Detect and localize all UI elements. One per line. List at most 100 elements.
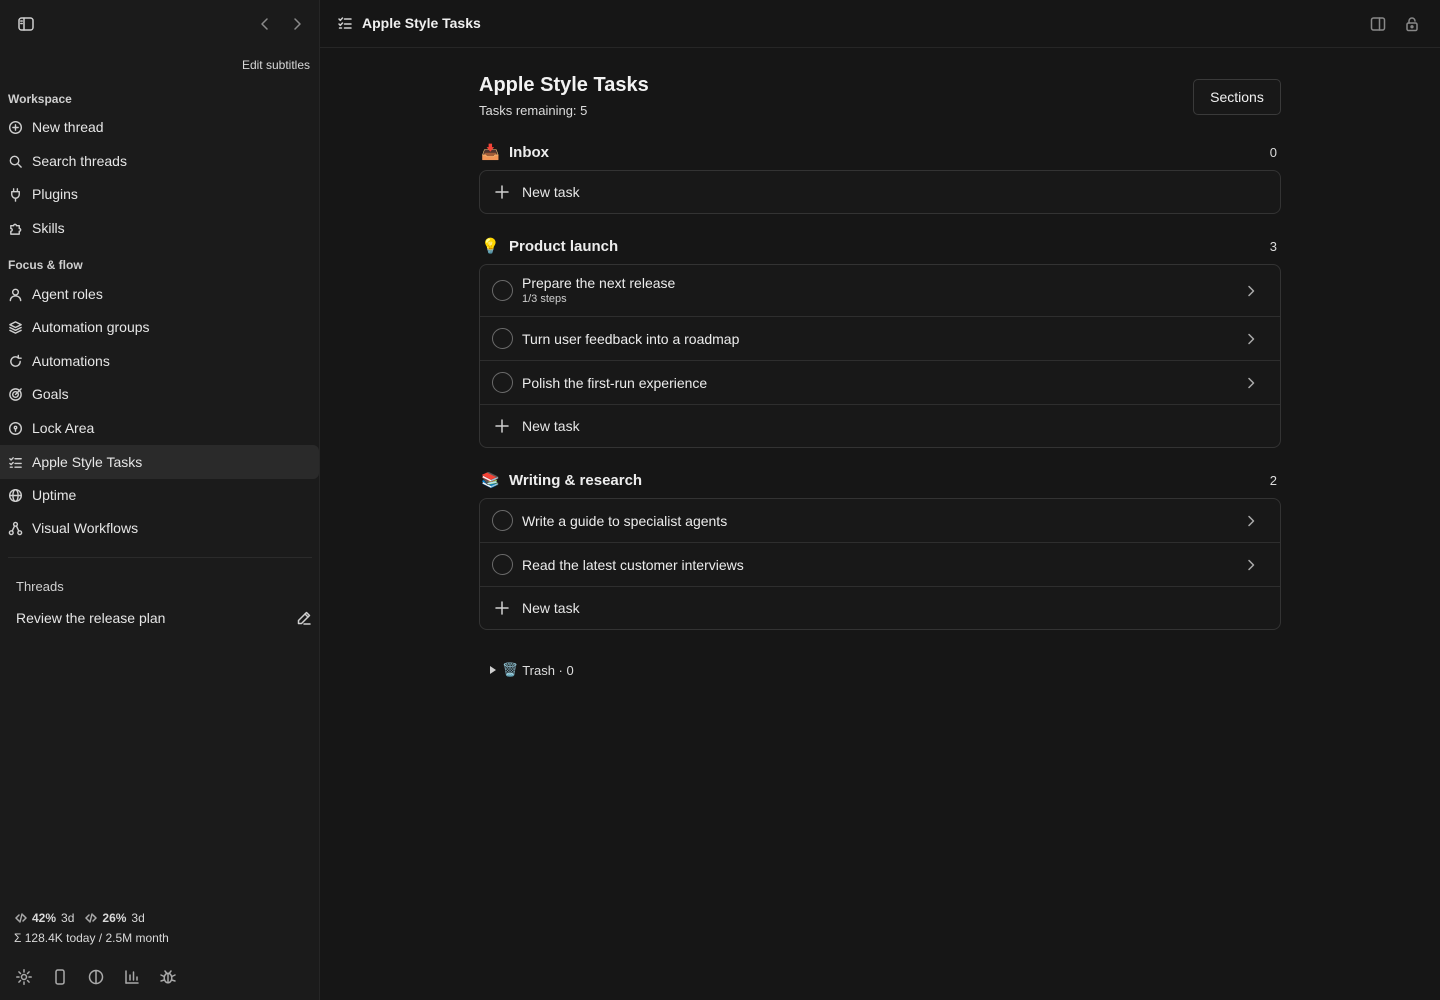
new-task-label: New task — [522, 418, 580, 434]
section-card-product-launch: Prepare the next release 1/3 steps Turn … — [479, 264, 1281, 448]
chevron-right-icon[interactable] — [1244, 332, 1258, 346]
back-arrow-icon[interactable] — [257, 16, 273, 32]
sidebar-item-visual-workflows[interactable]: Visual Workflows — [0, 511, 319, 545]
sidebar-item-lock-area[interactable]: Lock Area — [0, 411, 319, 445]
disclosure-triangle-icon — [490, 666, 496, 674]
chevron-right-icon[interactable] — [1244, 558, 1258, 572]
header-title: Apple Style Tasks — [362, 15, 481, 31]
section-count: 0 — [1269, 144, 1277, 160]
new-task-button[interactable]: New task — [480, 405, 1280, 447]
lock-circle-icon — [8, 421, 23, 436]
usage-summary: 42% 3d 26% 3d — [15, 911, 145, 925]
sidebar-top-bar — [0, 0, 320, 48]
task-title: Write a guide to specialist agents — [522, 512, 728, 529]
task-checkbox[interactable] — [492, 510, 513, 531]
new-task-button[interactable]: New task — [480, 171, 1280, 213]
section-card-writing-research: Write a guide to specialist agents Read … — [479, 498, 1281, 630]
sidebar-item-label: Visual Workflows — [32, 520, 139, 536]
task-title: Prepare the next release — [522, 275, 676, 291]
globe-icon — [8, 488, 23, 503]
sidebar-item-label: Lock Area — [32, 420, 95, 436]
task-row[interactable]: Write a guide to specialist agents — [480, 499, 1280, 543]
threads-section-label: Threads — [16, 579, 64, 594]
edit-pencil-icon[interactable] — [296, 610, 312, 626]
sidebar-item-label: New thread — [32, 119, 104, 135]
sections-button[interactable]: Sections — [1193, 79, 1281, 115]
section-count: 3 — [1269, 238, 1277, 254]
split-view-icon[interactable] — [87, 968, 105, 986]
task-row[interactable]: Read the latest customer interviews — [480, 543, 1280, 587]
sidebar: Edit subtitles Workspace New thread Sear… — [0, 0, 320, 1000]
sidebar-item-automation-groups[interactable]: Automation groups — [0, 310, 319, 344]
lock-icon[interactable] — [1404, 16, 1420, 32]
usage-a-percent: 42% — [32, 911, 57, 925]
forward-arrow-icon[interactable] — [289, 16, 305, 32]
trash-toggle[interactable]: 🗑️ Trash · 0 — [490, 662, 574, 678]
workflow-icon — [8, 521, 23, 536]
new-task-button[interactable]: New task — [480, 587, 1280, 629]
sidebar-item-label: Search threads — [32, 153, 127, 169]
edit-subtitles-button[interactable]: Edit subtitles — [242, 58, 310, 72]
sidebar-item-automations[interactable]: Automations — [0, 344, 319, 378]
sidebar-item-label: Skills — [32, 220, 65, 236]
task-title: Polish the first-run experience — [522, 374, 708, 391]
sidebar-item-apple-style-tasks[interactable]: Apple Style Tasks — [0, 445, 319, 479]
sidebar-item-new-thread[interactable]: New thread — [0, 110, 319, 144]
task-steps: 1/3 steps — [522, 293, 567, 305]
sidebar-item-plugins[interactable]: Plugins — [0, 177, 319, 211]
code-icon — [85, 912, 98, 924]
usage-b-percent: 26% — [102, 911, 127, 925]
search-icon — [8, 154, 23, 169]
chevron-right-icon[interactable] — [1244, 284, 1258, 298]
page-title: Apple Style Tasks — [479, 74, 649, 96]
sidebar-toggle-icon[interactable] — [17, 15, 35, 33]
sidebar-item-uptime[interactable]: Uptime — [0, 478, 319, 512]
inbox-tray-icon: 📥 — [481, 144, 500, 161]
task-row[interactable]: Turn user feedback into a roadmap — [480, 317, 1280, 361]
task-row[interactable]: Prepare the next release 1/3 steps — [480, 265, 1280, 317]
sidebar-item-skills[interactable]: Skills — [0, 211, 319, 245]
task-checkbox[interactable] — [492, 372, 513, 393]
section-name: Product launch — [509, 237, 619, 255]
panel-toggle-icon[interactable] — [1370, 16, 1386, 32]
loop-icon — [8, 354, 23, 369]
task-title: Read the latest customer interviews — [522, 556, 744, 573]
section-header-inbox[interactable]: 📥 Inbox 0 — [481, 142, 1281, 162]
bug-icon[interactable] — [159, 968, 177, 986]
section-header-product-launch[interactable]: 💡 Product launch 3 — [481, 236, 1281, 256]
new-task-label: New task — [522, 184, 580, 200]
sidebar-item-goals[interactable]: Goals — [0, 377, 319, 411]
section-count: 2 — [1269, 472, 1277, 488]
thread-item[interactable]: Review the release plan — [16, 608, 312, 628]
sidebar-item-label: Automations — [32, 353, 110, 369]
sidebar-item-label: Automation groups — [32, 319, 150, 335]
sidebar-item-agent-roles[interactable]: Agent roles — [0, 277, 319, 311]
task-checkbox[interactable] — [492, 280, 513, 301]
sidebar-item-label: Agent roles — [32, 286, 103, 302]
chevron-right-icon[interactable] — [1244, 376, 1258, 390]
task-checkbox[interactable] — [492, 328, 513, 349]
sidebar-item-search-threads[interactable]: Search threads — [0, 144, 319, 178]
bar-chart-icon[interactable] — [123, 968, 141, 986]
chevron-right-icon[interactable] — [1244, 514, 1258, 528]
task-checkbox[interactable] — [492, 554, 513, 575]
code-icon — [15, 912, 27, 924]
task-row[interactable]: Polish the first-run experience — [480, 361, 1280, 405]
usage-b-period: 3d — [131, 911, 145, 925]
plug-icon — [8, 187, 23, 202]
section-header-writing-research[interactable]: 📚 Writing & research 2 — [481, 470, 1281, 490]
sidebar-item-label: Uptime — [32, 487, 77, 503]
user-icon — [8, 287, 23, 302]
sidebar-item-label: Goals — [32, 386, 69, 402]
plus-icon — [494, 600, 510, 616]
layers-icon — [8, 320, 23, 335]
focus-flow-section-label: Focus & flow — [8, 258, 83, 272]
section-card-inbox: New task — [479, 170, 1281, 214]
phone-icon[interactable] — [51, 968, 69, 986]
section-name: Writing & research — [509, 471, 643, 489]
sidebar-item-label: Apple Style Tasks — [32, 454, 143, 470]
sidebar-footer-toolbar — [15, 968, 177, 986]
workspace-section-label: Workspace — [8, 92, 72, 106]
gear-icon[interactable] — [15, 968, 33, 986]
task-title: Turn user feedback into a roadmap — [522, 330, 740, 347]
